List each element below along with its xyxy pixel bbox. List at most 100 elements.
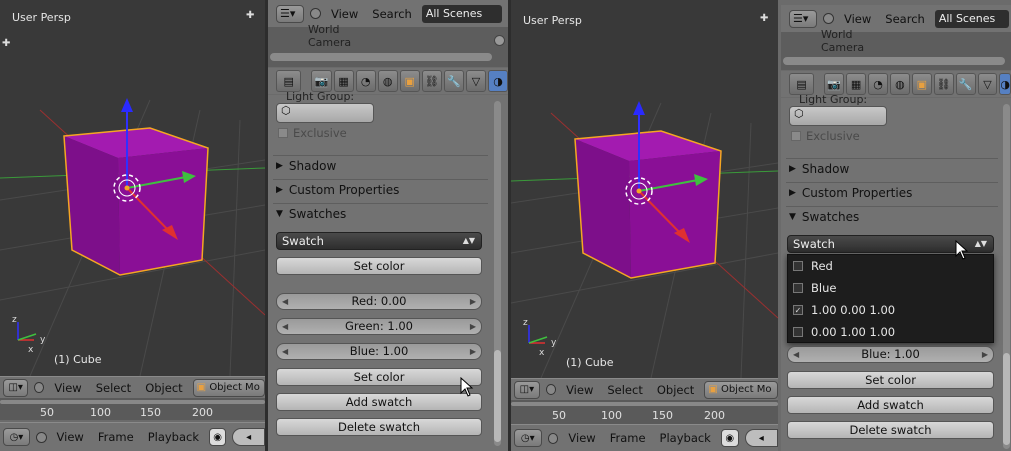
increment-icon[interactable]: ▶: [470, 294, 476, 309]
menu-object[interactable]: Object: [653, 383, 698, 397]
panel-swatches[interactable]: ▼ Swatches: [273, 203, 488, 223]
delete-swatch-button[interactable]: Delete swatch: [276, 418, 482, 436]
timeline-editor-type-button[interactable]: ◷▾: [514, 429, 542, 447]
menu-view[interactable]: View: [50, 381, 85, 395]
panel-shadow[interactable]: ▶ Shadow: [273, 155, 488, 175]
timeline-menu-frame[interactable]: Frame: [606, 431, 650, 445]
tab-modifiers[interactable]: 🔧: [443, 70, 464, 92]
mode-selector[interactable]: ▣ Object Mo: [704, 380, 778, 399]
blue-slider[interactable]: ◀ Blue: 1.00 ▶: [276, 343, 482, 360]
timeline-menu-view[interactable]: View: [564, 431, 599, 445]
outliner-hscrollbar[interactable]: [270, 53, 492, 61]
scene-canvas[interactable]: y x z: [0, 0, 265, 376]
scene-canvas[interactable]: y x z: [511, 0, 778, 378]
tab-world[interactable]: ◍: [889, 73, 910, 95]
viewport-3d[interactable]: User Persp ✚ ✚ y x z (1) Cube: [0, 0, 265, 376]
menu-object[interactable]: Object: [141, 381, 186, 395]
outliner-editor-type-button[interactable]: ☰▾: [276, 4, 304, 23]
delete-swatch-button[interactable]: Delete swatch: [787, 421, 994, 439]
outliner-display-mode[interactable]: All Scenes: [934, 9, 1009, 28]
outliner-menu-search[interactable]: Search: [368, 7, 416, 21]
set-color-button[interactable]: Set color: [787, 371, 994, 389]
timeline-editor-type-button[interactable]: ◷▾: [3, 428, 30, 446]
panel-custom-properties[interactable]: ▶ Custom Properties: [273, 179, 488, 199]
tab-data[interactable]: ▽: [465, 70, 486, 92]
timeline-collapse-icon[interactable]: [547, 432, 559, 444]
collapse-menu-icon[interactable]: [34, 382, 45, 393]
panel-shadow[interactable]: ▶ Shadow: [786, 158, 998, 178]
panel-custom-properties[interactable]: ▶ Custom Properties: [786, 182, 998, 202]
tab-render[interactable]: 📷: [311, 70, 332, 92]
tab-world[interactable]: ◍: [377, 70, 398, 92]
exclusive-checkbox[interactable]: Exclusive: [791, 129, 860, 143]
menu-select[interactable]: Select: [92, 381, 135, 395]
decrement-icon[interactable]: ◀: [282, 344, 288, 359]
tab-render[interactable]: 📷: [824, 73, 845, 95]
frame-field[interactable]: ◂: [232, 428, 265, 446]
timeline-ruler[interactable]: 50 100 150 200: [511, 400, 778, 424]
tab-object[interactable]: ▣: [399, 70, 420, 92]
set-color-button-top[interactable]: Set color: [276, 257, 482, 275]
viewport-3d[interactable]: User Persp ✚ y x z (1) Cube: [511, 0, 778, 378]
timeline-menu-playback[interactable]: Playback: [656, 431, 715, 445]
editor-type-button[interactable]: ◫▾: [514, 380, 540, 399]
outliner-scroll-icon[interactable]: [494, 35, 505, 46]
exclusive-checkbox[interactable]: Exclusive: [278, 126, 347, 140]
timeline-menu-playback[interactable]: Playback: [144, 430, 203, 444]
dropdown-item-blue[interactable]: Blue: [788, 277, 993, 299]
outliner-item-camera[interactable]: Camera: [821, 41, 864, 54]
tab-layers[interactable]: ▦: [846, 73, 867, 95]
frame-field[interactable]: ◂: [744, 429, 778, 447]
outliner-menu-view[interactable]: View: [327, 7, 362, 21]
tab-object[interactable]: ▣: [911, 73, 932, 95]
add-swatch-button[interactable]: Add swatch: [787, 396, 994, 414]
outliner-menu-view[interactable]: View: [840, 12, 875, 26]
properties-scroll-thumb[interactable]: [494, 350, 501, 442]
outliner-list[interactable]: World Camera: [781, 28, 1011, 70]
tab-constraints[interactable]: ⛓: [421, 70, 442, 92]
panel-swatches[interactable]: ▼ Swatches: [786, 206, 998, 226]
tab-material[interactable]: ◑: [487, 70, 509, 92]
timeline-collapse-icon[interactable]: [35, 431, 47, 443]
light-group-field[interactable]: ⬡: [789, 106, 887, 126]
properties-scroll-thumb[interactable]: [1003, 353, 1010, 445]
decrement-icon[interactable]: ◀: [282, 294, 288, 309]
tab-data[interactable]: ▽: [977, 73, 998, 95]
increment-icon[interactable]: ▶: [982, 347, 988, 362]
menu-view[interactable]: View: [562, 383, 597, 397]
properties-editor-type-button[interactable]: ▤: [276, 70, 302, 92]
tab-layers[interactable]: ▦: [333, 70, 354, 92]
outliner-editor-type-button[interactable]: ☰▾: [789, 9, 817, 28]
keying-icon[interactable]: ◉: [720, 429, 739, 447]
cube-object[interactable]: [574, 130, 722, 279]
blue-slider[interactable]: ◀ Blue: 1.00 ▶: [787, 346, 994, 363]
collapse-menu-icon[interactable]: [545, 384, 557, 395]
swatch-select[interactable]: Swatch ▲▼: [276, 232, 482, 250]
outliner-item-camera[interactable]: Camera: [308, 36, 351, 49]
timeline-menu-view[interactable]: View: [53, 430, 88, 444]
area-divider[interactable]: [265, 0, 268, 451]
decrement-icon[interactable]: ◀: [282, 319, 288, 334]
add-swatch-button[interactable]: Add swatch: [276, 393, 482, 411]
dropdown-item-magenta[interactable]: ✓ 1.00 0.00 1.00: [788, 299, 993, 321]
outliner-item-world[interactable]: World: [821, 28, 853, 41]
increment-icon[interactable]: ▶: [470, 319, 476, 334]
outliner-collapse-icon[interactable]: [823, 13, 834, 24]
menu-select[interactable]: Select: [603, 383, 646, 397]
tab-modifiers[interactable]: 🔧: [955, 73, 976, 95]
tab-scene[interactable]: ◔: [355, 70, 376, 92]
outliner-display-mode[interactable]: All Scenes: [421, 4, 502, 23]
tab-constraints[interactable]: ⛓: [933, 73, 954, 95]
decrement-icon[interactable]: ◀: [793, 347, 799, 362]
set-color-button[interactable]: Set color: [276, 368, 482, 386]
green-slider[interactable]: ◀ Green: 1.00 ▶: [276, 318, 482, 335]
red-slider[interactable]: ◀ Red: 0.00 ▶: [276, 293, 482, 310]
cube-object[interactable]: [63, 127, 209, 276]
editor-type-button[interactable]: ◫▾: [3, 378, 29, 397]
increment-icon[interactable]: ▶: [470, 344, 476, 359]
properties-editor-type-button[interactable]: ▤: [789, 73, 815, 95]
timeline-scrollbar[interactable]: [511, 402, 778, 406]
timeline-menu-frame[interactable]: Frame: [94, 430, 138, 444]
outliner-item-world[interactable]: World: [308, 23, 340, 36]
outliner-collapse-icon[interactable]: [310, 8, 321, 19]
